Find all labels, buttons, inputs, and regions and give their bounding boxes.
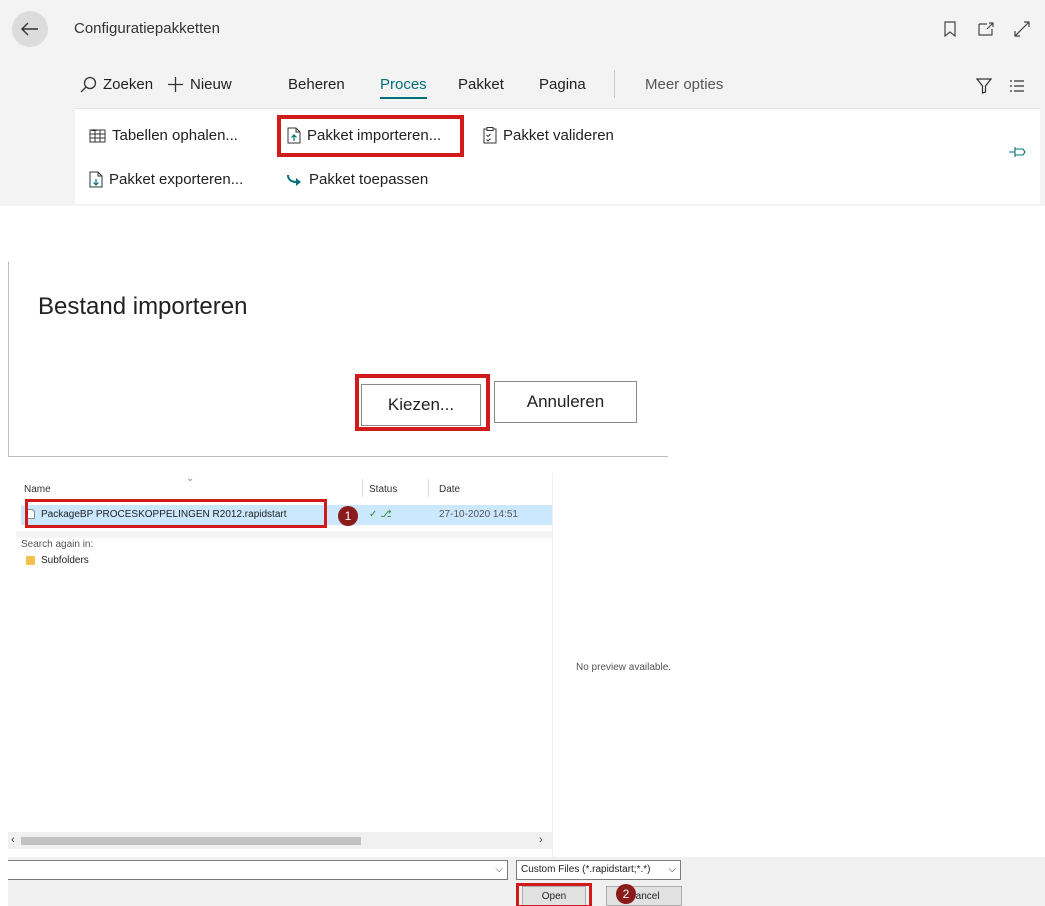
folder-icon <box>26 556 35 565</box>
dialog-border-left <box>8 262 9 457</box>
highlight-import-package <box>277 115 464 157</box>
page-title: Configuratiepakketten <box>74 20 220 37</box>
subfolders-label: Subfolders <box>41 555 89 566</box>
bc-page: Configuratiepakketten Zoeken Nieuw Beher… <box>0 0 1045 206</box>
search-label: Zoeken <box>103 76 154 93</box>
highlight-open-button <box>516 883 592 906</box>
export-package-action[interactable]: Pakket exporteren... <box>89 171 243 188</box>
separator <box>614 70 615 98</box>
tab-page[interactable]: Pagina <box>539 76 586 93</box>
pin-icon[interactable] <box>1008 145 1026 163</box>
row-divider <box>16 531 552 538</box>
scroll-right-icon[interactable]: › <box>539 834 543 846</box>
apply-package-action[interactable]: Pakket toepassen <box>287 171 428 188</box>
new-label: Nieuw <box>190 76 232 93</box>
column-header-date[interactable]: Date <box>439 484 460 495</box>
get-tables-action[interactable]: Tabellen ophalen... <box>89 127 238 144</box>
file-type-filter[interactable]: Custom Files (*.rapidstart;*.*) ⌵ <box>516 860 681 880</box>
plus-icon <box>168 77 183 92</box>
file-type-filter-value: Custom Files (*.rapidstart;*.*) <box>521 864 651 875</box>
more-options-button[interactable]: Meer opties <box>645 76 723 93</box>
subfolders-link[interactable]: Subfolders <box>26 555 89 566</box>
back-button[interactable] <box>12 11 48 47</box>
chevron-down-icon: ⌵ <box>668 864 676 875</box>
action-bar: Zoeken Nieuw Beheren Proces Pakket Pagin… <box>74 66 1040 108</box>
arrow-left-icon <box>21 22 38 36</box>
column-separator <box>362 479 363 497</box>
file-open-dialog: ⌄ Name Status Date PackageBP PROCESKOPPE… <box>8 473 1045 906</box>
tab-package[interactable]: Pakket <box>458 76 504 93</box>
export-package-label: Pakket exporteren... <box>109 171 244 188</box>
bookmark-icon[interactable] <box>939 18 961 40</box>
highlight-choose-button <box>355 374 490 431</box>
dialog-footer: ⌵ Custom Files (*.rapidstart;*.*) ⌵ Open… <box>8 857 1045 906</box>
get-tables-label: Tabellen ophalen... <box>112 127 238 144</box>
export-file-icon <box>89 171 103 188</box>
apply-arrow-icon <box>287 174 301 186</box>
step-badge-2: 2 <box>616 884 636 904</box>
sort-chevron-icon: ⌄ <box>186 473 195 484</box>
search-again-label: Search again in: <box>21 539 94 550</box>
step-badge-1: 1 <box>338 506 358 526</box>
process-menu: Tabellen ophalen... Pakket importeren...… <box>75 108 1040 204</box>
apply-package-label: Pakket toepassen <box>309 171 429 188</box>
expand-icon[interactable] <box>1011 18 1033 40</box>
horizontal-scrollbar[interactable]: ‹ › <box>8 832 552 849</box>
preview-pane <box>552 473 1045 886</box>
search-icon <box>80 76 97 93</box>
dialog-title: Bestand importeren <box>38 293 248 320</box>
no-preview-text: No preview available. <box>576 662 672 673</box>
highlight-file-row <box>25 499 327 528</box>
validate-package-label: Pakket valideren <box>503 127 614 144</box>
open-new-window-icon[interactable] <box>975 18 997 40</box>
search-button[interactable]: Zoeken <box>80 76 153 93</box>
validate-icon <box>483 127 497 144</box>
list-view-icon[interactable] <box>1010 80 1024 92</box>
scroll-thumb[interactable] <box>21 837 361 845</box>
tab-process[interactable]: Proces <box>380 76 427 99</box>
column-header-status[interactable]: Status <box>369 484 397 495</box>
validate-package-action[interactable]: Pakket valideren <box>483 127 614 144</box>
file-status: ✓ ⎇ <box>369 509 392 520</box>
scroll-left-icon[interactable]: ‹ <box>11 834 15 846</box>
header-icons <box>939 18 1033 40</box>
table-icon <box>89 129 106 143</box>
cancel-button[interactable]: Annuleren <box>494 381 637 423</box>
file-date: 27-10-2020 14:51 <box>439 509 518 520</box>
column-header-name[interactable]: Name <box>24 484 51 495</box>
chevron-down-icon[interactable]: ⌵ <box>495 864 503 875</box>
dialog-border-bottom <box>8 456 668 457</box>
tab-manage[interactable]: Beheren <box>288 76 345 93</box>
new-button[interactable]: Nieuw <box>167 76 232 93</box>
filter-icon[interactable] <box>976 78 992 94</box>
column-separator <box>428 479 429 497</box>
file-name-input[interactable]: ⌵ <box>8 860 508 880</box>
